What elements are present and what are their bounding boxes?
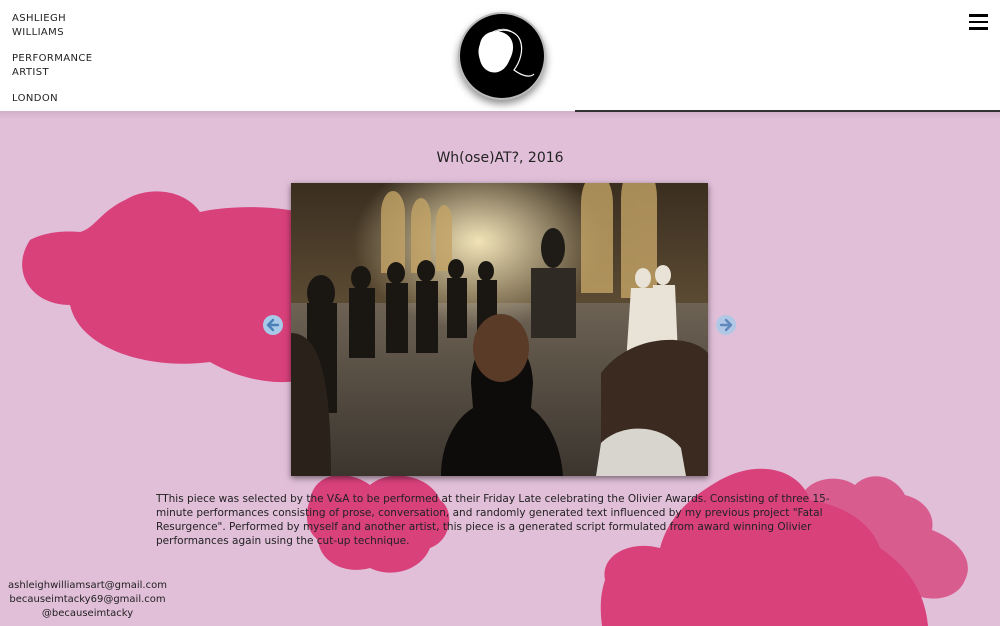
arrow-left-icon <box>266 318 280 332</box>
contact-email-secondary[interactable]: becauseimtacky69@gmail.com <box>0 593 175 607</box>
contact-social-handle[interactable]: @becauseimtacky <box>0 607 175 621</box>
site-logo[interactable] <box>458 12 546 100</box>
contact-email-primary[interactable]: ashleighwilliamsart@gmail.com <box>0 579 175 593</box>
header-divider <box>575 110 1000 112</box>
hamburger-menu-icon[interactable] <box>969 14 989 30</box>
work-title: Wh(ose)AT?, 2016 <box>436 150 564 166</box>
slider-next-button[interactable] <box>716 315 736 335</box>
contact-block: ashleighwilliamsart@gmail.com becauseimt… <box>0 579 175 621</box>
pink-blob-left <box>22 191 311 383</box>
arrow-right-icon <box>719 318 733 332</box>
work-description: TThis piece was selected by the V&A to b… <box>156 493 830 547</box>
artist-role: PERFORMANCE ARTIST <box>12 53 93 78</box>
silhouette-logo-icon <box>478 28 535 77</box>
slider-prev-button[interactable] <box>263 315 283 335</box>
site-header: ASHLIEGH WILLIAMS PERFORMANCE ARTIST LON… <box>0 0 1000 111</box>
artist-name[interactable]: ASHLIEGH WILLIAMS <box>12 12 93 40</box>
header-shadow <box>0 111 1000 119</box>
artist-location: LONDON <box>12 93 59 104</box>
slider-image <box>291 183 708 476</box>
brand-block: ASHLIEGH WILLIAMS PERFORMANCE ARTIST LON… <box>12 12 93 106</box>
